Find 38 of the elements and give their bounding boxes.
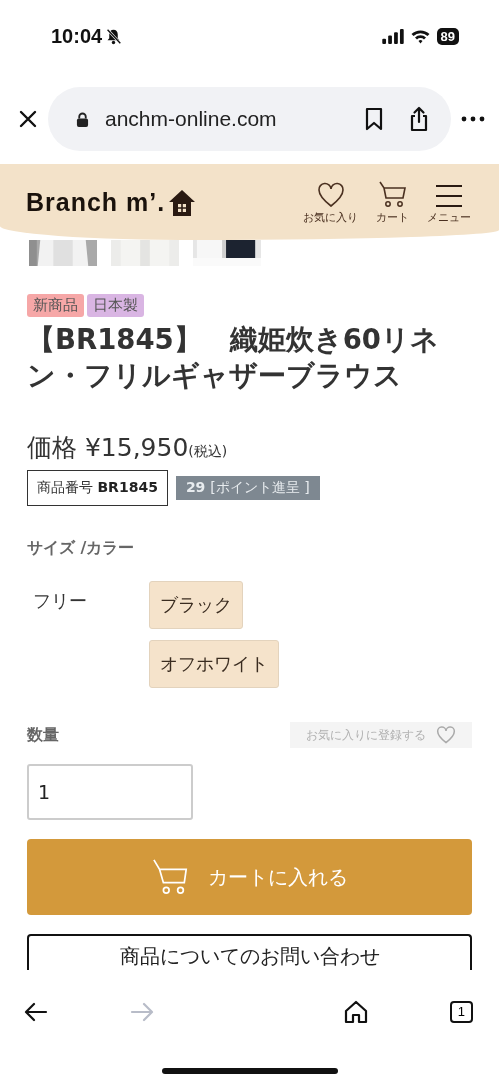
bell-muted-icon [105, 27, 123, 45]
signal-icon [381, 28, 404, 44]
battery-indicator: 89 [436, 27, 459, 45]
more-icon[interactable] [461, 116, 485, 122]
lock-icon [76, 111, 89, 127]
status-time: 10:04 [51, 24, 103, 48]
section-label: サイズ /カラー [27, 538, 136, 559]
nav-item[interactable]: メニュー [427, 183, 471, 225]
url-text: anchm-online.com [105, 107, 278, 131]
home-icon[interactable] [343, 1000, 368, 1024]
wifi-icon [409, 28, 431, 44]
points-badge: 29 [ポイント進呈 ] [175, 476, 320, 500]
product-tag: 日本製 [87, 294, 144, 317]
color-option[interactable]: ブラック [149, 581, 243, 629]
share-icon[interactable] [409, 106, 429, 132]
quantity-label: 数量 [27, 724, 59, 746]
inquiry-button[interactable]: 商品についてのお問い合わせ [27, 934, 472, 970]
bookmark-icon[interactable] [365, 107, 383, 131]
price-text: 価格 ¥15,950(税込) [27, 432, 229, 464]
product-title: 【BR1845】 織姫炊き60リネン・フリルギャザーブラウス [27, 322, 440, 393]
address-bar[interactable]: anchm-online.com [48, 87, 451, 151]
tabs-button[interactable]: 1 [449, 1001, 473, 1023]
back-icon[interactable] [24, 1002, 48, 1022]
color-option[interactable]: オフホワイト [149, 640, 279, 688]
quantity-field[interactable]: 1 [27, 764, 193, 820]
product-tag: 新商品 [27, 294, 84, 317]
close-icon[interactable] [18, 109, 38, 129]
menu-icon [435, 183, 463, 208]
house-icon [168, 188, 197, 217]
size-label: フリー [32, 589, 88, 613]
heart-icon [436, 726, 456, 744]
nav-item[interactable]: お気に入り [303, 181, 358, 225]
product-code: 商品番号 BR1845 [27, 470, 168, 506]
cart-icon [377, 179, 408, 208]
cart-icon [151, 858, 190, 896]
site-logo[interactable]: Branch m’. [26, 187, 166, 217]
heart-icon [316, 181, 345, 208]
nav-item[interactable]: カート [376, 179, 409, 225]
